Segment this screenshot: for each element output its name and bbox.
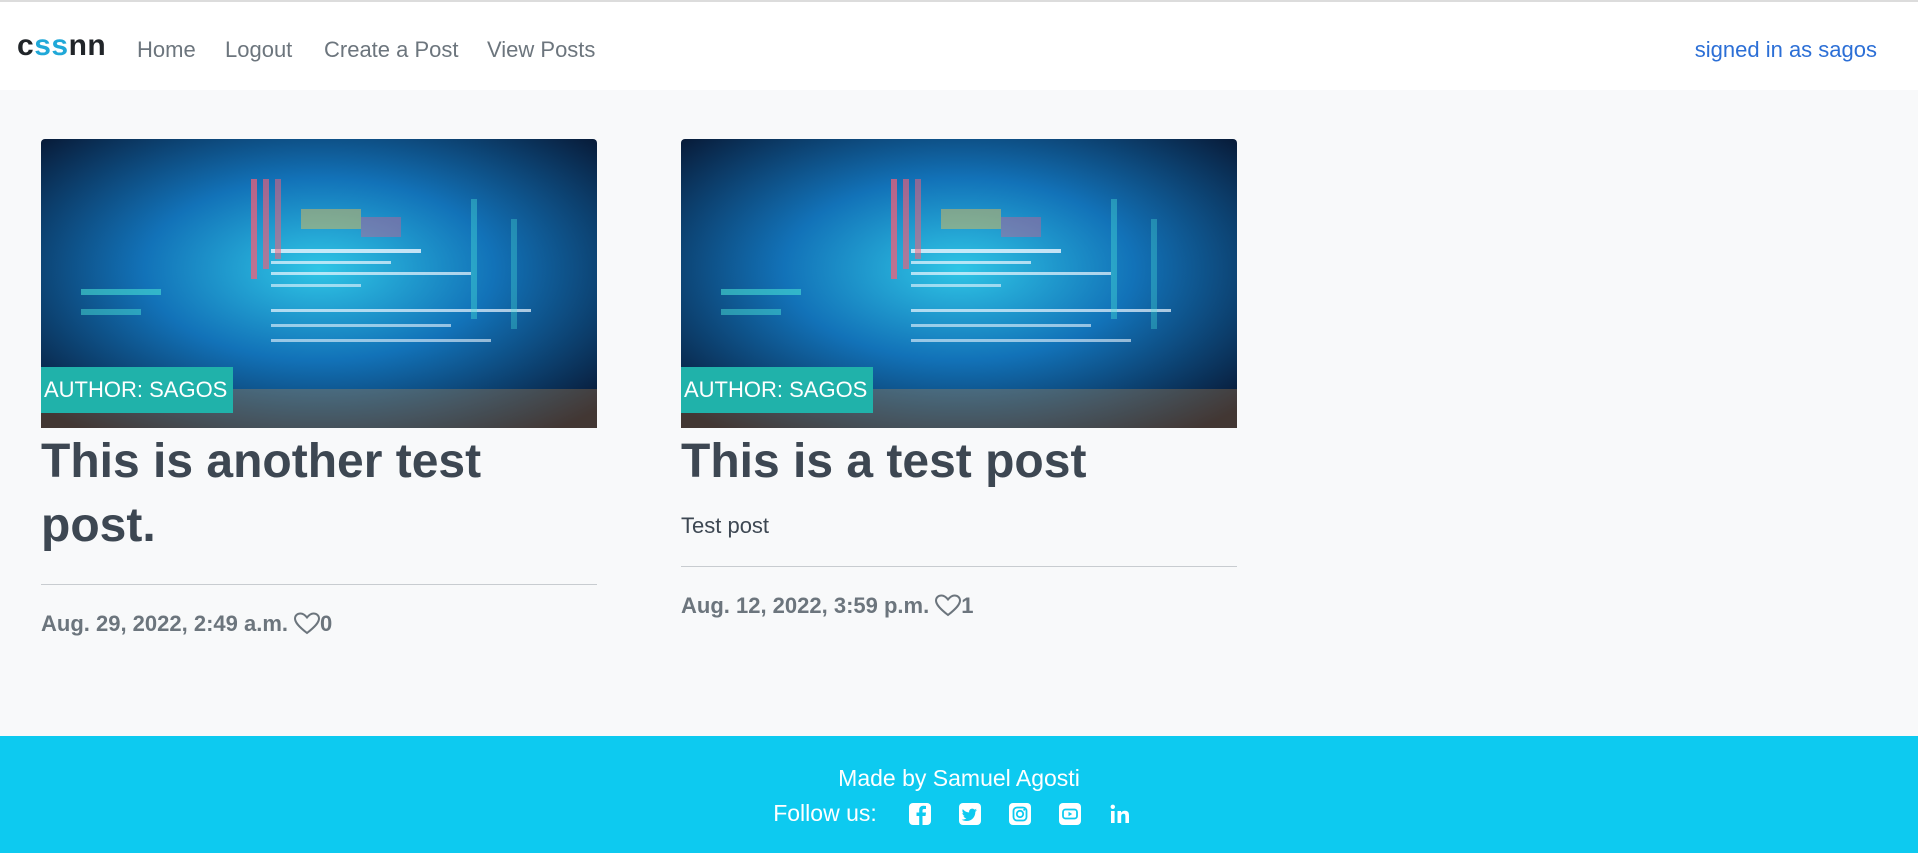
youtube-icon[interactable] bbox=[1057, 801, 1083, 827]
post-meta: Aug. 29, 2022, 2:49 a.m. 0 bbox=[41, 611, 597, 637]
footer: Made by Samuel Agosti Follow us: bbox=[0, 736, 1918, 853]
post-title[interactable]: This is another test post. bbox=[41, 430, 597, 558]
brand-part-3: nn bbox=[68, 29, 107, 62]
twitter-icon[interactable] bbox=[957, 801, 983, 827]
post-date: Aug. 12, 2022, 3:59 p.m. bbox=[681, 593, 930, 618]
nav-home-link[interactable]: Home bbox=[137, 37, 196, 63]
divider bbox=[681, 566, 1237, 567]
footer-social: Follow us: bbox=[0, 800, 1918, 827]
nav-view-posts-link[interactable]: View Posts bbox=[487, 37, 595, 63]
instagram-icon[interactable] bbox=[1007, 801, 1033, 827]
post-thumbnail[interactable]: AUTHOR: SAGOS bbox=[681, 139, 1237, 428]
like-count: 1 bbox=[961, 593, 974, 618]
like-count: 0 bbox=[320, 611, 333, 636]
linkedin-icon[interactable] bbox=[1107, 801, 1133, 827]
heart-icon[interactable] bbox=[294, 612, 321, 636]
post-body: Test post bbox=[681, 513, 770, 538]
nav-logout-link[interactable]: Logout bbox=[225, 37, 292, 63]
author-badge: AUTHOR: SAGOS bbox=[41, 367, 234, 413]
footer-credit: Made by Samuel Agosti bbox=[838, 765, 1080, 791]
brand-part-2: ss bbox=[34, 29, 69, 62]
post-date: Aug. 29, 2022, 2:49 a.m. bbox=[41, 611, 289, 636]
author-badge: AUTHOR: SAGOS bbox=[681, 367, 874, 413]
post-card: AUTHOR: SAGOS This is another test post.… bbox=[41, 139, 597, 637]
facebook-icon[interactable] bbox=[907, 801, 933, 827]
navbar: cssnn Home Logout Create a Post View Pos… bbox=[0, 2, 1918, 90]
heart-icon[interactable] bbox=[935, 594, 962, 618]
post-title[interactable]: This is a test post bbox=[681, 430, 1237, 494]
nav-create-post-link[interactable]: Create a Post bbox=[324, 37, 459, 63]
signed-in-user-link[interactable]: signed in as sagos bbox=[1695, 37, 1877, 63]
post-thumbnail[interactable]: AUTHOR: SAGOS bbox=[41, 139, 597, 428]
brand-logo[interactable]: cssnn bbox=[17, 29, 106, 63]
brand-part-1: c bbox=[17, 29, 35, 62]
post-card: AUTHOR: SAGOS This is a test post Test p… bbox=[681, 139, 1237, 619]
divider bbox=[41, 584, 597, 585]
follow-label: Follow us: bbox=[773, 800, 877, 826]
post-meta: Aug. 12, 2022, 3:59 p.m. 1 bbox=[681, 593, 1237, 619]
